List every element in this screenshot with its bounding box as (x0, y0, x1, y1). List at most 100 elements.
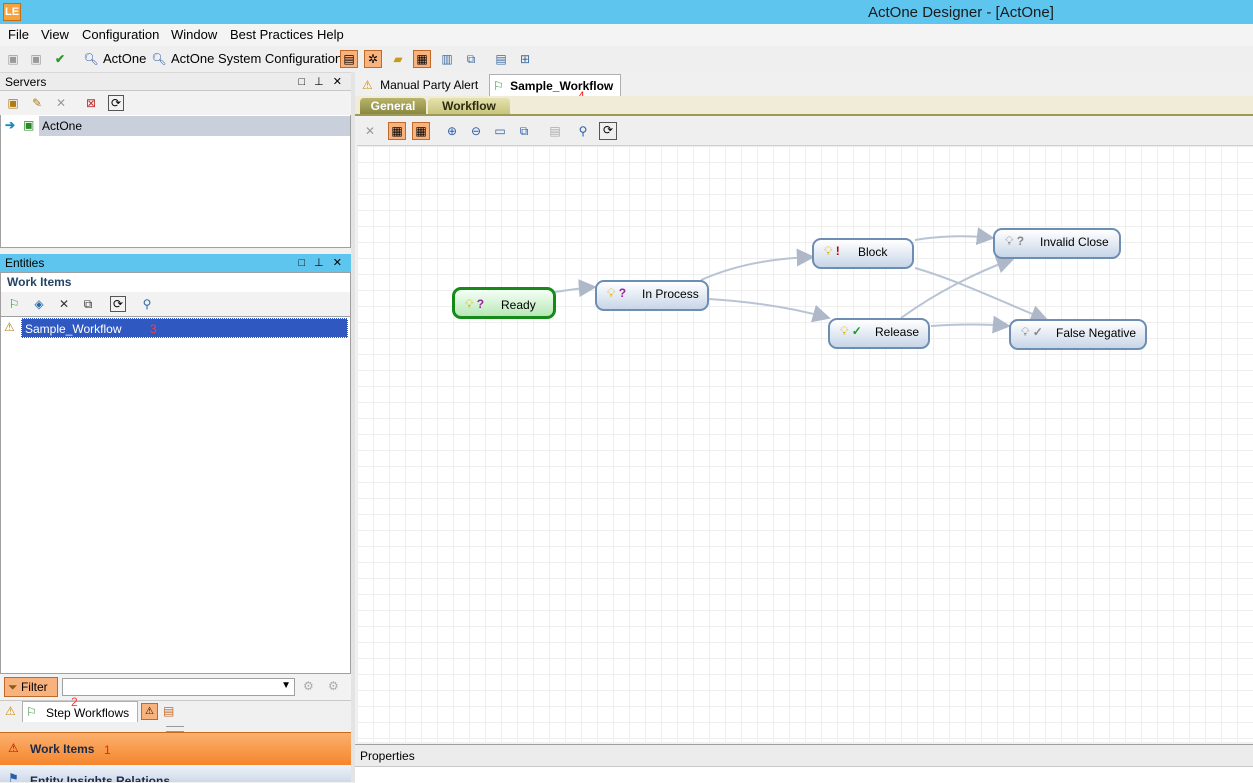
servers-tree: ➔ ▣ ActOne (0, 115, 351, 248)
vertical-splitter[interactable] (351, 72, 355, 782)
snap-grid-icon[interactable]: ▦ (412, 122, 430, 140)
menu-file[interactable]: File (8, 27, 29, 42)
work-items-section-title: Work Items (0, 272, 351, 292)
zoom-out-icon[interactable]: ⊖ (467, 122, 485, 140)
active-arrow-icon: ➔ (5, 118, 16, 132)
tab-manual-party-alert[interactable]: ⚠ Manual Party Alert (362, 74, 478, 96)
title-bar: LE ActOne Designer - [ActOne] (0, 0, 1253, 24)
servers-panel-title: Servers (5, 75, 47, 89)
node-release[interactable]: 💡︎ ✓ Release (828, 318, 930, 349)
entity-type-tabs: ⚠ ⚐ Step Workflows 2 ⚠ ▤ (0, 695, 351, 723)
designer-view-icon[interactable]: ✲ (364, 50, 382, 68)
menu-view[interactable]: View (41, 27, 69, 42)
app-logo-icon: LE (3, 3, 21, 21)
node-invalid-close[interactable]: 💡︎ ? Invalid Close (993, 228, 1121, 259)
workflow-toolbar: ✕ ▦ ▦ ⊕ ⊖ ▭ ⧉ ▤ ⚲ ⟳ (357, 118, 1253, 144)
delete-icon[interactable]: ✕ (56, 296, 72, 312)
panel-controls-icon[interactable]: □ ⊥ ✕ (298, 73, 345, 91)
work-items-warning-icon: ⚠ (8, 741, 19, 755)
alert-type-icon[interactable]: ⚠ (141, 703, 158, 720)
tab-general[interactable]: General (360, 98, 426, 114)
toolbar-actone-label[interactable]: ActOne (103, 51, 146, 66)
save-icon[interactable]: ▣ (4, 50, 22, 68)
node-ready[interactable]: 💡︎ ? Ready (452, 287, 556, 319)
column-icon[interactable]: ▥ (438, 50, 456, 68)
tab-workflow[interactable]: Workflow (428, 98, 510, 114)
save-all-icon[interactable]: ▣ (27, 50, 45, 68)
node-bulb-icon: 💡︎ ? (607, 286, 627, 300)
annotation-marker: 2 (71, 695, 78, 709)
servers-panel-header: Servers □ ⊥ ✕ (0, 73, 351, 91)
node-false-negative[interactable]: 💡︎ ✓ False Negative (1009, 319, 1147, 350)
tab-sample-workflow-label: Sample_Workflow (510, 79, 614, 93)
folder-clock-icon[interactable]: ▰ (389, 50, 407, 68)
main-toolbar: ▣ ▣ ✔ 🔍︎ ActOne 🔍︎ ActOne System Configu… (0, 46, 1253, 73)
menu-configuration[interactable]: Configuration (82, 27, 159, 42)
nav-work-items[interactable]: ⚠ Work Items 1 (0, 732, 351, 765)
panel-layout-icon[interactable]: ▤ (492, 50, 510, 68)
warning-icon: ⚠ (362, 78, 373, 92)
filter-apply-icon[interactable]: ⚙ (303, 679, 314, 693)
tab-sample-workflow[interactable]: ⚐ Sample_Workflow 4 (489, 74, 621, 103)
workflow-icon: ⚐ (493, 79, 504, 93)
disconnect-server-icon[interactable]: ⊠ (83, 95, 99, 111)
filter-clear-icon[interactable]: ⚙ (328, 679, 339, 693)
filter-button[interactable]: ⏷ Filter (4, 677, 58, 697)
node-in-process-label: In Process (642, 287, 699, 301)
grid-icon[interactable]: ▦ (388, 122, 406, 140)
servers-toolbar: ▣ ✎ ✕ ⊠ ⟳ (0, 91, 351, 115)
find-icon[interactable]: ⚲ (574, 122, 592, 140)
delete-icon[interactable]: ✕ (361, 122, 379, 140)
edge-release-falseneg (930, 315, 1011, 334)
menu-help[interactable]: Help (317, 27, 344, 42)
new-workflow-icon[interactable]: ⚐ (6, 296, 22, 312)
new-server-icon[interactable]: ▣ (5, 95, 21, 111)
tab-step-workflows[interactable]: ⚐ Step Workflows 2 (22, 695, 138, 722)
warning-icon[interactable]: ⚠ (5, 704, 16, 718)
properties-icon[interactable]: ▤ (546, 122, 564, 140)
layout-view-icon[interactable]: ▤ (340, 50, 358, 68)
open-icon[interactable]: ◈ (31, 296, 47, 312)
node-bulb-icon: 💡︎ ✓ (1021, 325, 1043, 339)
chevron-down-icon[interactable]: ▼ (281, 680, 291, 691)
validate-check-icon[interactable]: ✔ (51, 50, 69, 68)
edge-block-falseneg (914, 267, 1049, 323)
workflow-canvas[interactable]: 💡︎ ? Ready 💡︎ ? In Process 💡︎ ! Block 💡︎… (357, 145, 1253, 742)
copy-icon[interactable]: ⧉ (80, 296, 96, 312)
entity-item-sample-workflow[interactable]: Sample_Workflow 3 (21, 318, 348, 338)
fit-page-icon[interactable]: ▭ (491, 122, 509, 140)
filter-bar: ⏷ Filter ▼ ⚙ ⚙ (0, 674, 351, 700)
find-usage-icon[interactable]: ⚲ (139, 296, 155, 312)
menu-window[interactable]: Window (171, 27, 217, 42)
case-type-icon[interactable]: ▤ (163, 704, 174, 718)
zoom-in-icon[interactable]: ⊕ (443, 122, 461, 140)
node-bulb-icon: 💡︎ ✓ (840, 324, 862, 338)
node-invalid-close-label: Invalid Close (1040, 235, 1109, 249)
system-config-search-icon[interactable]: 🔍︎ (150, 50, 168, 68)
panel-controls-icon[interactable]: □ ⊥ ✕ (298, 254, 345, 272)
window-view-icon[interactable]: ▦ (413, 50, 431, 68)
edge-block-invalid (914, 227, 995, 246)
edit-server-icon[interactable]: ✎ (29, 95, 45, 111)
server-item-actone[interactable]: ActOne (39, 116, 350, 136)
refresh-servers-icon[interactable]: ⟳ (108, 95, 124, 111)
entity-insights-icon: ⚑ (8, 771, 19, 782)
node-in-process[interactable]: 💡︎ ? In Process (595, 280, 709, 311)
servers-panel: Servers □ ⊥ ✕ ▣ ✎ ✕ ⊠ ⟳ ➔ ▣ ActOne (0, 73, 351, 248)
toolbar-system-config-label[interactable]: ActOne System Configuration (171, 51, 342, 66)
export-window-icon[interactable]: ⧉ (462, 50, 480, 68)
refresh-icon[interactable]: ⟳ (599, 122, 617, 140)
node-block[interactable]: 💡︎ ! Block (812, 238, 914, 269)
search-icon[interactable]: 🔍︎ (82, 50, 100, 68)
entities-toolbar: ⚐ ◈ ✕ ⧉ ⟳ ⚲ (0, 292, 351, 316)
fit-screen-icon[interactable]: ⊞ (516, 50, 534, 68)
workflow-warning-icon: ⚠ (4, 320, 15, 334)
zoom-window-icon[interactable]: ⧉ (515, 122, 533, 140)
filter-combo[interactable]: ▼ (62, 678, 295, 696)
refresh-entities-icon[interactable]: ⟳ (110, 296, 126, 312)
nav-entity-insights[interactable]: ⚑ Entity Insights Relations (0, 765, 351, 782)
node-release-label: Release (875, 325, 920, 339)
menu-best-practices[interactable]: Best Practices (230, 27, 313, 42)
menu-bar: File View Configuration Window Best Prac… (0, 24, 1253, 46)
delete-server-icon[interactable]: ✕ (53, 95, 69, 111)
